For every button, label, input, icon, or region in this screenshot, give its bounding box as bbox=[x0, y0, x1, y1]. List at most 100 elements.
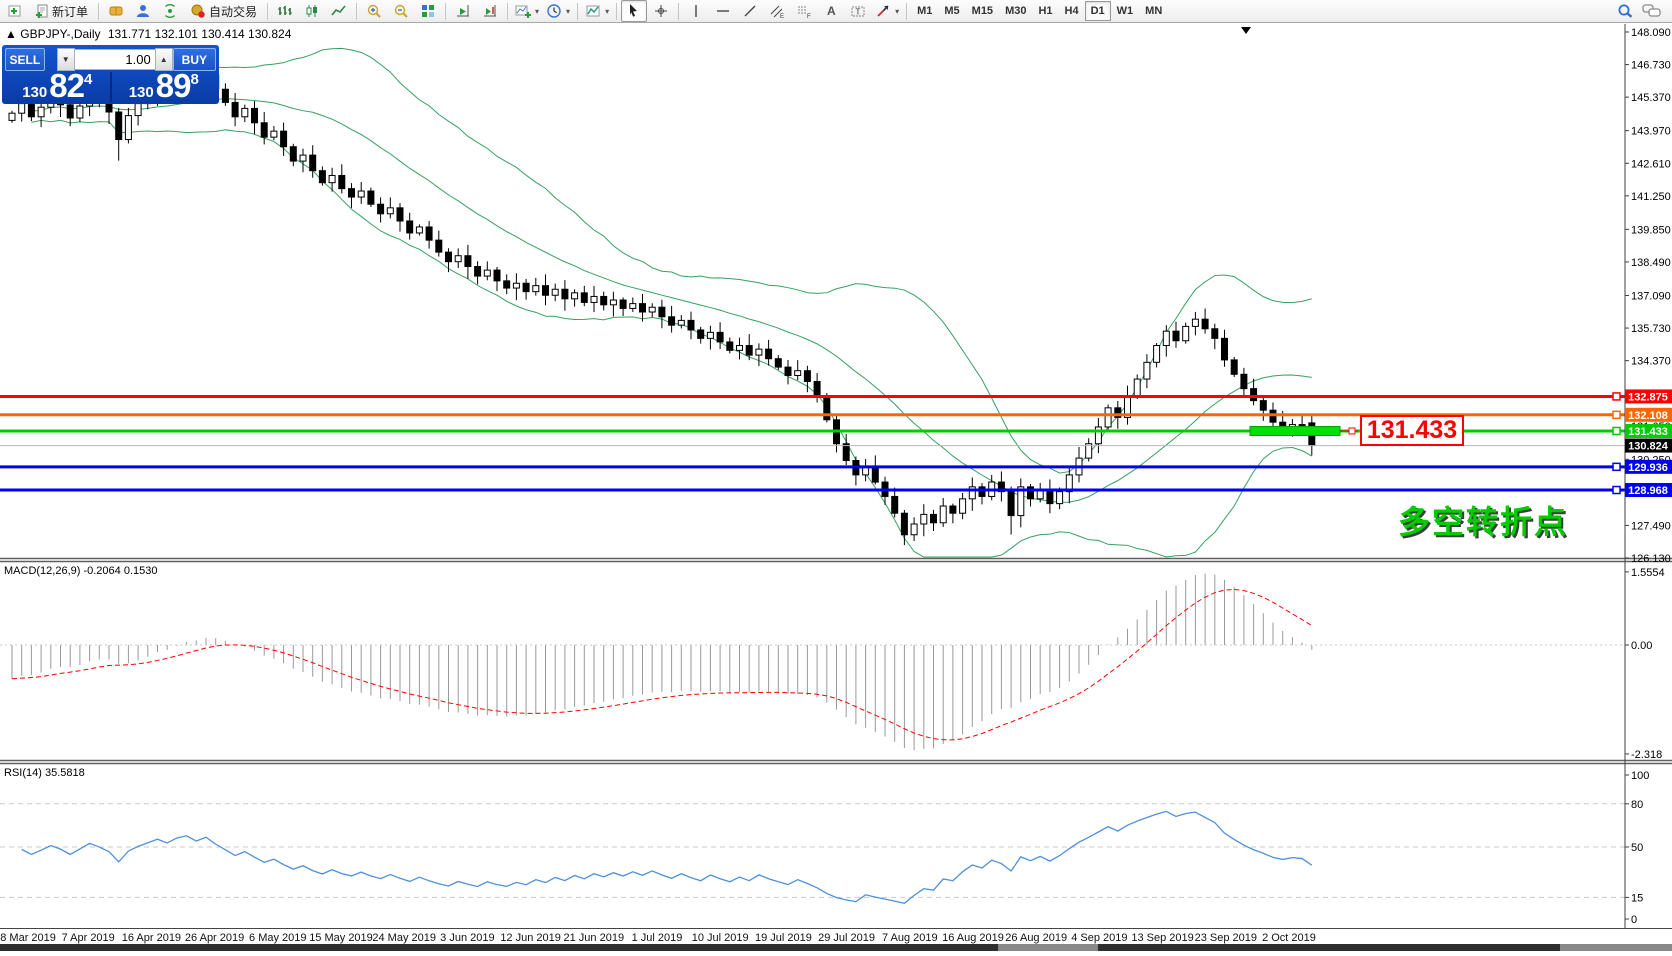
svg-text:T: T bbox=[856, 8, 861, 17]
line-handle[interactable] bbox=[1612, 410, 1621, 420]
clock-icon bbox=[547, 4, 561, 18]
turning-point-annotation[interactable]: 多空转折点 bbox=[1398, 497, 1568, 543]
fibonacci-button[interactable]: F bbox=[791, 0, 817, 22]
tab-timeframe-D1[interactable]: D1 bbox=[1084, 1, 1111, 21]
auto-scroll-button[interactable] bbox=[450, 0, 476, 22]
line-handle[interactable] bbox=[1612, 392, 1621, 401]
ohlc-open: 131.771 bbox=[107, 27, 152, 41]
annotation-anchor-handle[interactable] bbox=[1348, 427, 1356, 435]
crosshair-button[interactable] bbox=[648, 0, 674, 22]
price-annotation-box[interactable]: 131.433 bbox=[1360, 415, 1464, 446]
chart-window[interactable]: 148.090 146.730 145.370 143.970 142.610 141.2… bbox=[0, 0, 1672, 956]
line-handle[interactable] bbox=[1612, 462, 1621, 472]
svg-text:19 Jul 2019: 19 Jul 2019 bbox=[755, 932, 812, 944]
svg-text:80: 80 bbox=[1631, 799, 1643, 811]
autotrading-button[interactable]: 自动交易 bbox=[184, 0, 263, 22]
svg-text:2 Oct 2019: 2 Oct 2019 bbox=[1262, 932, 1316, 944]
profile-icon bbox=[137, 5, 150, 17]
svg-text:135.730: 135.730 bbox=[1631, 323, 1671, 335]
tab-timeframe-M5[interactable]: M5 bbox=[938, 1, 965, 21]
zoom-in-icon bbox=[367, 4, 381, 18]
svg-text:131.433: 131.433 bbox=[1628, 426, 1668, 438]
zoom-out-icon bbox=[394, 4, 408, 18]
line-handle[interactable] bbox=[1612, 485, 1621, 495]
svg-text:1.5554: 1.5554 bbox=[1631, 567, 1665, 579]
price-chart[interactable]: 148.090 146.730 145.370 143.970 142.610 141.2… bbox=[0, 0, 1672, 951]
svg-text:143.970: 143.970 bbox=[1631, 126, 1671, 138]
sell-button[interactable]: SELL bbox=[5, 48, 45, 71]
svg-text:139.850: 139.850 bbox=[1631, 224, 1671, 236]
ohlc-low: 130.414 bbox=[201, 27, 245, 41]
search-icon[interactable] bbox=[1617, 3, 1634, 20]
line-chart-button[interactable] bbox=[326, 0, 352, 22]
periods-button[interactable]: ▾ bbox=[543, 0, 573, 22]
vertical-line-button[interactable] bbox=[683, 0, 709, 22]
sell-price[interactable]: 130 82 4 bbox=[5, 69, 112, 102]
channel-icon: E bbox=[770, 5, 784, 19]
template-icon bbox=[586, 5, 600, 17]
line-chart-icon bbox=[331, 5, 346, 16]
chart-shift-button[interactable] bbox=[477, 0, 503, 22]
collapse-arrow-icon[interactable]: ▲ bbox=[5, 27, 17, 41]
candlestick-button[interactable] bbox=[299, 0, 325, 22]
fibonacci-icon: F bbox=[798, 6, 811, 19]
svg-text:126.130: 126.130 bbox=[1631, 553, 1671, 565]
horizontal-line-button[interactable] bbox=[710, 0, 736, 22]
buy-price-point: 8 bbox=[190, 71, 199, 88]
new-order-button[interactable]: 新订单 bbox=[29, 0, 94, 22]
book-icon bbox=[109, 6, 123, 16]
svg-text:0: 0 bbox=[1631, 914, 1637, 926]
templates-button[interactable]: ▾ bbox=[582, 0, 612, 22]
tab-timeframe-H1[interactable]: H1 bbox=[1032, 1, 1058, 21]
svg-text:26 Apr 2019: 26 Apr 2019 bbox=[185, 932, 244, 944]
tab-timeframe-MN[interactable]: MN bbox=[1139, 1, 1168, 21]
new-chart-button[interactable] bbox=[2, 0, 28, 22]
tab-timeframe-M15[interactable]: M15 bbox=[966, 1, 999, 21]
window-bottom-edge bbox=[0, 944, 1672, 951]
trendline-button[interactable] bbox=[737, 0, 763, 22]
profile-button[interactable] bbox=[130, 0, 156, 22]
cursor-button[interactable] bbox=[621, 0, 648, 22]
zoom-in-button[interactable] bbox=[361, 0, 387, 22]
dropdown-arrow-icon: ▾ bbox=[535, 6, 540, 16]
toolbar-separator bbox=[616, 2, 618, 20]
tab-timeframe-H4[interactable]: H4 bbox=[1059, 1, 1085, 21]
signal-button[interactable] bbox=[157, 0, 183, 22]
svg-text:132.875: 132.875 bbox=[1628, 391, 1668, 403]
history-button[interactable] bbox=[103, 0, 129, 22]
indicators-button[interactable]: ▾ bbox=[512, 0, 542, 22]
svg-text:128.968: 128.968 bbox=[1628, 485, 1668, 497]
svg-text:A: A bbox=[827, 4, 836, 18]
buy-price[interactable]: 130 89 8 bbox=[112, 69, 217, 102]
svg-text:21 Jun 2019: 21 Jun 2019 bbox=[564, 932, 625, 944]
label-icon: T bbox=[851, 6, 865, 17]
chart-shift-icon bbox=[484, 5, 497, 17]
bar-chart-button[interactable] bbox=[272, 0, 298, 22]
tile-windows-button[interactable] bbox=[415, 0, 441, 22]
svg-text:148.090: 148.090 bbox=[1631, 27, 1671, 39]
tab-timeframe-W1[interactable]: W1 bbox=[1111, 1, 1140, 21]
svg-text:127.490: 127.490 bbox=[1631, 520, 1671, 532]
svg-text:3 Jun 2019: 3 Jun 2019 bbox=[440, 932, 494, 944]
svg-text:13 Sep 2019: 13 Sep 2019 bbox=[1131, 932, 1193, 944]
equidistant-channel-button[interactable]: E bbox=[764, 0, 790, 22]
toolbar-separator bbox=[507, 2, 509, 20]
tab-timeframe-M30[interactable]: M30 bbox=[999, 1, 1032, 21]
horizontal-line-icon bbox=[717, 10, 730, 12]
svg-text:24 May 2019: 24 May 2019 bbox=[372, 932, 436, 944]
one-click-trade-panel: SELL ▼ ▲ BUY 130 82 4 130 89 8 bbox=[2, 45, 219, 104]
arrows-button[interactable]: ▾ bbox=[872, 0, 902, 22]
text-button[interactable]: A bbox=[818, 0, 844, 22]
svg-text:146.730: 146.730 bbox=[1631, 60, 1671, 72]
community-chat-icon[interactable] bbox=[1642, 3, 1662, 19]
line-handle[interactable] bbox=[1612, 426, 1621, 436]
bar-chart-icon bbox=[278, 6, 293, 15]
highlight-bar[interactable] bbox=[1249, 425, 1341, 436]
toolbar-separator bbox=[267, 2, 269, 20]
volume-input[interactable] bbox=[74, 49, 155, 70]
svg-text:50: 50 bbox=[1631, 842, 1643, 854]
tab-timeframe-M1[interactable]: M1 bbox=[911, 1, 938, 21]
zoom-out-button[interactable] bbox=[388, 0, 414, 22]
label-button[interactable]: T bbox=[845, 0, 871, 22]
candlestick-icon bbox=[306, 5, 318, 17]
